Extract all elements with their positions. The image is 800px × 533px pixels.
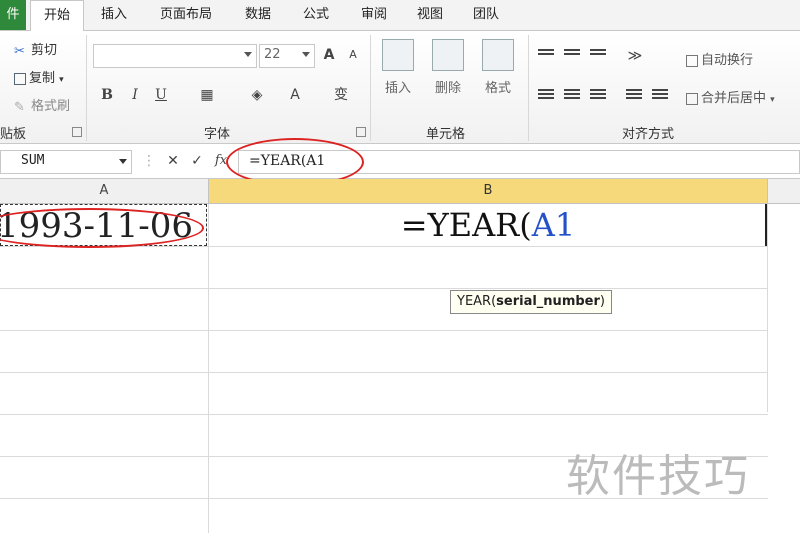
borders-icon[interactable]: ▦ [198, 86, 216, 104]
enter-icon[interactable]: ✓ [188, 152, 206, 170]
ribbon-tab-bar: 件 开始 插入 页面布局 数据 公式 审阅 视图 团队 [0, 0, 800, 32]
format-painter-button[interactable]: ✎ 格式刷 [14, 95, 70, 115]
tab-formulas[interactable]: 公式 [292, 0, 340, 30]
row-line [0, 288, 768, 289]
delete-cells-button[interactable]: 删除 [426, 39, 470, 96]
cell-B1[interactable]: =YEAR(A1 [210, 204, 766, 246]
column-header-C[interactable] [768, 179, 800, 204]
insert-cells-button[interactable]: 插入 [376, 39, 420, 96]
ribbon: ✂ 剪切 复制 ▾ ✎ 格式刷 贴板 22 A A B I U ▦ ◈ A 变 字体… [0, 31, 800, 144]
tab-file[interactable]: 件 [0, 0, 26, 30]
bold-button[interactable]: B [98, 86, 116, 104]
font-color-icon[interactable]: A [286, 86, 304, 104]
tab-home[interactable]: 开始 [30, 0, 84, 32]
increase-indent-icon[interactable] [652, 87, 668, 101]
font-size-combo[interactable]: 22 [259, 44, 315, 68]
grow-font-icon[interactable]: A [320, 46, 338, 64]
shrink-font-icon[interactable]: A [344, 46, 362, 64]
font-launcher[interactable] [356, 127, 366, 137]
chevron-down-icon [302, 52, 310, 57]
tab-data[interactable]: 数据 [234, 0, 282, 30]
tab-team[interactable]: 团队 [462, 0, 510, 30]
insert-cells-icon [382, 39, 414, 71]
chevron-down-icon: ▾ [59, 75, 64, 85]
divider [528, 35, 529, 141]
formula-bar: SUM ⋮ ✕ ✓ fx =YEAR(A1 [0, 138, 800, 186]
cancel-icon[interactable]: ✕ [164, 152, 182, 170]
merge-center-button[interactable]: 合并后居中 ▾ [686, 87, 775, 106]
chevron-down-icon: ▾ [770, 95, 775, 105]
row-line [0, 414, 768, 415]
italic-button[interactable]: I [126, 86, 144, 104]
align-middle-icon[interactable] [564, 47, 580, 61]
delete-cells-icon [432, 39, 464, 71]
tab-view[interactable]: 视图 [406, 0, 454, 30]
decrease-indent-icon[interactable] [626, 87, 642, 101]
copy-icon [14, 72, 26, 85]
alignment-group-label: 对齐方式 [622, 127, 675, 142]
name-box[interactable]: SUM [0, 150, 132, 174]
divider [86, 35, 87, 141]
align-top-icon[interactable] [538, 47, 554, 61]
cut-button[interactable]: ✂ 剪切 [14, 39, 57, 59]
tab-insert[interactable]: 插入 [90, 0, 138, 30]
row-line [0, 330, 768, 331]
wrap-text-icon [686, 54, 698, 67]
column-line [208, 204, 209, 533]
tab-page-layout[interactable]: 页面布局 [148, 0, 224, 30]
font-group-label: 字体 [204, 127, 231, 142]
copy-button[interactable]: 复制 ▾ [14, 67, 64, 86]
cell-B1-edit-border [765, 204, 767, 246]
wrap-text-button[interactable]: 自动换行 [686, 49, 753, 68]
scissors-icon: ✂ [14, 43, 25, 59]
watermark: 软件技巧 [566, 451, 750, 502]
font-family-combo[interactable] [93, 44, 257, 68]
clipboard-launcher[interactable] [72, 127, 82, 137]
underline-button[interactable]: U [152, 86, 170, 104]
fill-color-icon[interactable]: ◈ [248, 86, 266, 104]
orientation-icon[interactable]: ≫ [626, 47, 644, 65]
align-bottom-icon[interactable] [590, 47, 606, 61]
cells-group-label: 单元格 [426, 127, 466, 142]
row-line [0, 372, 768, 373]
divider [370, 35, 371, 141]
align-right-icon[interactable] [590, 87, 606, 101]
merge-cells-icon [686, 92, 698, 105]
chevron-down-icon [119, 159, 127, 164]
phonetic-icon[interactable]: 变 [332, 86, 350, 104]
column-header-B[interactable]: B [209, 179, 768, 204]
align-center-icon[interactable] [564, 87, 580, 101]
align-left-icon[interactable] [538, 87, 554, 101]
clipboard-group-label: 贴板 [0, 127, 27, 142]
format-cells-icon [482, 39, 514, 71]
format-cells-button[interactable]: 格式 [476, 39, 520, 96]
formula-bar-grip-icon: ⋮ [142, 153, 156, 169]
column-line [767, 204, 768, 412]
brush-icon: ✎ [14, 99, 25, 115]
column-header-A[interactable]: A [0, 179, 209, 204]
chevron-down-icon [244, 52, 252, 57]
function-tooltip[interactable]: YEAR(serial_number) [450, 290, 612, 314]
tab-review[interactable]: 审阅 [350, 0, 398, 30]
